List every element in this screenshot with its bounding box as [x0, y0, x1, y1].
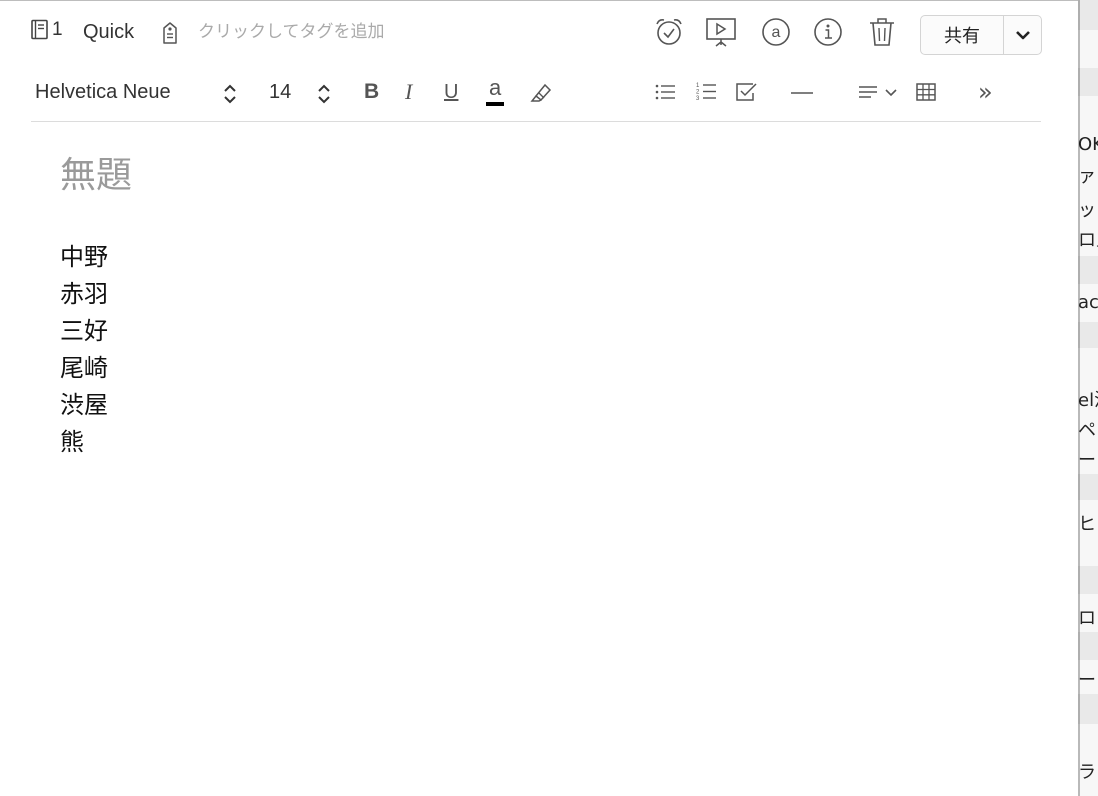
- checklist-button[interactable]: [735, 77, 759, 107]
- svg-text:1: 1: [696, 83, 700, 89]
- note-header: 1 Quick クリックしてタグを追加 a 共有: [0, 1, 1078, 61]
- background-text: ァ: [1078, 166, 1096, 187]
- present-button[interactable]: [705, 16, 737, 48]
- share-control: 共有: [920, 15, 1042, 55]
- checkbox-icon: [735, 81, 759, 103]
- svg-text:3: 3: [696, 96, 700, 102]
- alarm-clock-icon: [653, 16, 685, 48]
- note-body[interactable]: 中野 赤羽 三好 尾崎 渋屋 熊: [60, 239, 1020, 461]
- background-text: ット: [1078, 200, 1098, 221]
- background-text: ヒ: [1078, 514, 1096, 535]
- numbered-list-button[interactable]: 1 2 3: [695, 77, 717, 107]
- note-line: 熊: [60, 428, 84, 456]
- highlighter-icon: [528, 80, 554, 104]
- background-text: OK: [1078, 134, 1098, 155]
- bold-button[interactable]: B: [364, 77, 379, 107]
- background-band: [1078, 322, 1098, 348]
- font-size-select[interactable]: 14: [269, 81, 291, 104]
- bullet-list-button[interactable]: [654, 77, 676, 107]
- background-band: [1078, 474, 1098, 500]
- note-editor-window: 1 Quick クリックしてタグを追加 a 共有 Helvetica Neue …: [0, 1, 1078, 796]
- svg-text:a: a: [772, 24, 781, 41]
- notebook-selector[interactable]: 1: [30, 19, 63, 41]
- numbered-list-icon: 1 2 3: [695, 81, 717, 103]
- presentation-icon: [704, 15, 738, 49]
- background-text: ac: [1078, 292, 1098, 313]
- alignment-button[interactable]: [858, 77, 900, 107]
- text-color-letter: a: [489, 75, 502, 100]
- font-size-stepper-icon[interactable]: [316, 83, 332, 109]
- background-band: [1078, 566, 1098, 594]
- mention-button[interactable]: a: [760, 16, 792, 48]
- notebook-count: 1: [52, 19, 63, 40]
- table-button[interactable]: [915, 77, 937, 107]
- background-text: ロ入: [1078, 230, 1098, 251]
- more-tools-button[interactable]: »: [978, 77, 993, 107]
- align-left-icon: [858, 81, 900, 103]
- horizontal-rule-button[interactable]: [790, 77, 814, 107]
- info-icon: [812, 16, 844, 48]
- background-window-strip: OK ァ ット ロ入 ac el活 ペ ービ ヒ ロン ー ラ: [1078, 0, 1098, 796]
- note-title[interactable]: 無題: [60, 151, 1020, 201]
- background-text: ービ: [1078, 450, 1098, 471]
- notebook-icon: [30, 19, 50, 41]
- window-edge-shadow: [1078, 0, 1080, 796]
- underline-button[interactable]: U: [444, 77, 458, 107]
- tag-icon: [160, 21, 180, 49]
- background-text: el活: [1078, 390, 1098, 411]
- background-band: [1078, 256, 1098, 284]
- note-line: 渋屋: [60, 391, 108, 419]
- share-dropdown-button[interactable]: [1004, 16, 1041, 54]
- italic-button[interactable]: I: [405, 77, 412, 107]
- note-line: 尾崎: [60, 354, 108, 382]
- highlight-button[interactable]: [528, 77, 554, 107]
- note-line: 赤羽: [60, 280, 108, 308]
- text-color-swatch: [486, 102, 504, 106]
- table-grid-icon: [915, 81, 937, 103]
- text-color-button[interactable]: a: [486, 75, 506, 109]
- background-text: ペ: [1078, 420, 1096, 441]
- toolbar-divider: [31, 121, 1041, 122]
- delete-button[interactable]: [866, 16, 898, 48]
- background-text: ラ: [1078, 762, 1096, 783]
- tag-input[interactable]: [198, 19, 498, 45]
- trash-icon: [867, 16, 897, 48]
- bullet-list-icon: [654, 82, 676, 102]
- svg-text:2: 2: [696, 90, 700, 96]
- font-family-stepper-icon[interactable]: [222, 83, 238, 109]
- note-line: 中野: [60, 243, 108, 271]
- background-text: ロン: [1078, 608, 1098, 629]
- format-toolbar: Helvetica Neue 14 B I U a 1 2 3 »: [0, 63, 1078, 121]
- reminder-button[interactable]: [653, 16, 685, 48]
- horizontal-rule-icon: [790, 82, 814, 102]
- share-button[interactable]: 共有: [921, 16, 1003, 54]
- note-content[interactable]: 無題 中野 赤羽 三好 尾崎 渋屋 熊: [60, 151, 1020, 461]
- font-family-select[interactable]: Helvetica Neue: [35, 81, 171, 104]
- info-button[interactable]: [812, 16, 844, 48]
- background-text: ー: [1078, 670, 1096, 691]
- background-band: [1078, 694, 1098, 724]
- background-band: [1078, 0, 1098, 30]
- notebook-name[interactable]: Quick: [83, 21, 134, 44]
- background-band: [1078, 68, 1098, 96]
- at-sign-icon: a: [760, 16, 792, 48]
- background-band: [1078, 632, 1098, 660]
- chevron-down-icon: [1015, 26, 1031, 45]
- note-line: 三好: [60, 317, 108, 345]
